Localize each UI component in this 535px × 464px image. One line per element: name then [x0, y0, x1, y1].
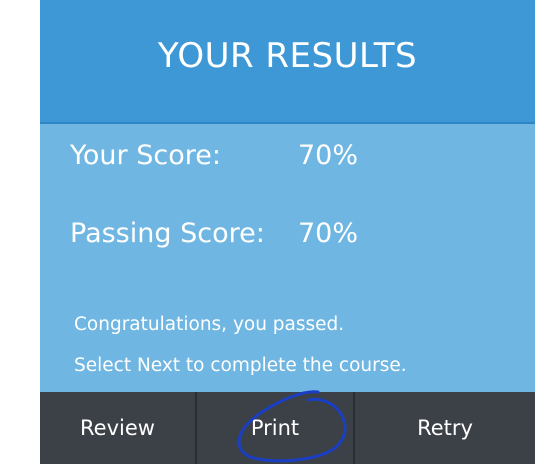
- passing-score-value: 70%: [298, 218, 359, 249]
- review-button[interactable]: Review: [40, 392, 197, 464]
- next-instruction-message: Select Next to complete the course.: [74, 355, 407, 376]
- results-panel: YOUR RESULTS Your Score: 70% Passing Sco…: [40, 0, 535, 464]
- your-score-label: Your Score:: [70, 140, 221, 171]
- results-header: YOUR RESULTS: [40, 0, 535, 124]
- congratulations-message: Congratulations, you passed.: [74, 314, 345, 335]
- passing-score-label: Passing Score:: [70, 218, 265, 249]
- results-title: YOUR RESULTS: [157, 36, 418, 76]
- your-score-value: 70%: [298, 140, 359, 171]
- button-bar: Review Print Retry: [40, 392, 535, 464]
- print-button[interactable]: Print: [197, 392, 355, 464]
- retry-button[interactable]: Retry: [355, 392, 535, 464]
